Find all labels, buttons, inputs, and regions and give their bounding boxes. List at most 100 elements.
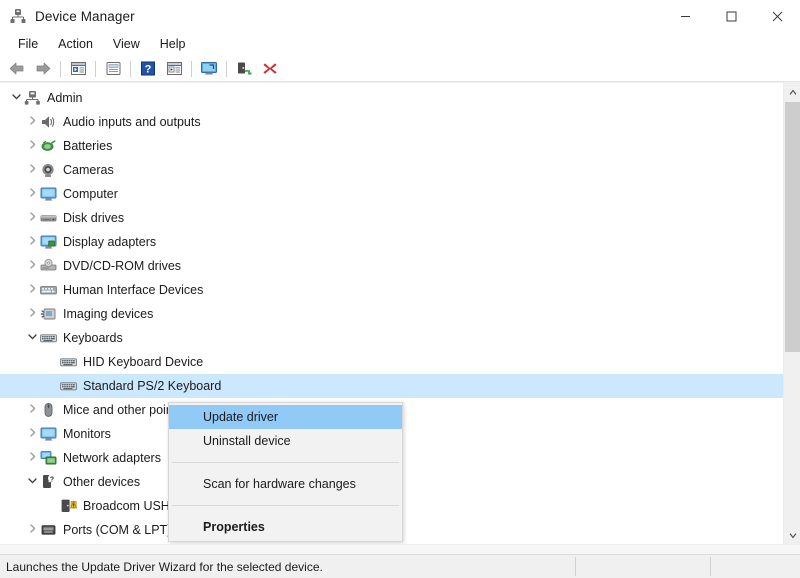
tree-row-imaging-devices[interactable]: Imaging devices [0, 302, 783, 326]
tree-row-print-queues[interactable]: Print queues [0, 542, 783, 544]
tree-row-disk-drives[interactable]: Disk drives [0, 206, 783, 230]
context-menu-item-label: Update driver [203, 410, 279, 424]
chevron-down-icon[interactable] [24, 476, 40, 488]
scroll-up-arrow-icon[interactable] [784, 83, 800, 100]
close-button[interactable] [754, 0, 800, 32]
chevron-right-icon[interactable] [24, 284, 40, 296]
context-menu-separator [172, 462, 399, 463]
forward-arrow-icon[interactable] [30, 57, 56, 81]
battery-icon [40, 138, 57, 154]
optical-drive-icon [40, 258, 57, 274]
menu-action[interactable]: Action [48, 34, 103, 54]
vertical-scrollbar-thumb[interactable] [785, 102, 800, 352]
back-arrow-icon[interactable] [4, 57, 30, 81]
keyboard-icon [60, 354, 77, 370]
monitor-icon [40, 426, 57, 442]
tree-row-dvd-cd-rom-drives[interactable]: DVD/CD-ROM drives [0, 254, 783, 278]
tree-row-label: Batteries [63, 138, 113, 153]
svg-text:?: ? [50, 476, 54, 483]
context-menu-item-uninstall-device[interactable]: Uninstall device [169, 429, 402, 453]
warning-device-icon [60, 498, 77, 514]
device-manager-icon [9, 7, 27, 25]
toolbar-separator-1 [60, 60, 61, 77]
tree-row-label: Human Interface Devices [63, 282, 204, 297]
tree-row-batteries[interactable]: Batteries [0, 134, 783, 158]
menu-help[interactable]: Help [150, 34, 196, 54]
tree-row-standard-ps-2-keyboard[interactable]: Standard PS/2 Keyboard [0, 374, 783, 398]
tree-row-label: Computer [63, 186, 118, 201]
tree-row-label: Ports (COM & LPT) [63, 522, 172, 537]
help-question-icon[interactable]: ? [135, 57, 161, 81]
chevron-down-icon[interactable] [8, 92, 24, 104]
tree-panel: Admin Audio inputs and outputs Batteries Ca… [0, 82, 800, 544]
toolbar: ? [0, 56, 800, 82]
disk-drive-icon [40, 210, 57, 226]
status-message: Launches the Update Driver Wizard for th… [6, 559, 323, 574]
vertical-scrollbar[interactable] [783, 83, 800, 544]
display-adapter-icon [40, 234, 57, 250]
tree-row-computer[interactable]: Computer [0, 182, 783, 206]
network-icon [40, 450, 57, 466]
status-divider-1 [575, 557, 576, 576]
scroll-down-arrow-icon[interactable] [784, 527, 800, 544]
tree-row-label: Display adapters [63, 234, 157, 249]
tree-row-human-interface-devices[interactable]: Human Interface Devices [0, 278, 783, 302]
tree-row-cameras[interactable]: Cameras [0, 158, 783, 182]
tree-row-display-adapters[interactable]: Display adapters [0, 230, 783, 254]
tree-row-label: Admin [47, 90, 83, 105]
chevron-right-icon[interactable] [24, 140, 40, 152]
status-divider-2 [710, 557, 711, 576]
context-menu-item-scan-for-hardware-changes[interactable]: Scan for hardware changes [169, 472, 402, 496]
menu-file[interactable]: File [8, 34, 48, 54]
tree-row-label: Cameras [63, 162, 114, 177]
properties-icon[interactable] [100, 57, 126, 81]
tree-row-hid-keyboard-device[interactable]: HID Keyboard Device [0, 350, 783, 374]
chevron-right-icon[interactable] [24, 428, 40, 440]
chevron-right-icon[interactable] [24, 452, 40, 464]
chevron-right-icon[interactable] [24, 212, 40, 224]
mouse-icon [40, 402, 57, 418]
scan-monitor-icon[interactable] [196, 57, 222, 81]
tree-row-admin[interactable]: Admin [0, 86, 783, 110]
toolbar-separator-3 [130, 60, 131, 77]
context-menu-separator [172, 505, 399, 506]
chevron-right-icon[interactable] [24, 260, 40, 272]
context-menu-gap [169, 453, 402, 459]
other-device-icon: ? [40, 474, 57, 490]
update-driver-icon[interactable] [231, 57, 257, 81]
title-bar: Device Manager [0, 0, 800, 32]
toolbar-separator-4 [191, 60, 192, 77]
chevron-right-icon[interactable] [24, 404, 40, 416]
chevron-right-icon[interactable] [24, 524, 40, 536]
chevron-down-icon[interactable] [24, 332, 40, 344]
port-icon [40, 522, 57, 538]
chevron-right-icon[interactable] [24, 308, 40, 320]
hid-icon [40, 282, 57, 298]
chevron-right-icon[interactable] [24, 236, 40, 248]
menu-view[interactable]: View [103, 34, 150, 54]
tree-row-keyboards[interactable]: Keyboards [0, 326, 783, 350]
context-menu-item-update-driver[interactable]: Update driver [169, 405, 402, 429]
tree-row-label: Monitors [63, 426, 111, 441]
chevron-right-icon[interactable] [24, 188, 40, 200]
tree-row-label: Other devices [63, 474, 141, 489]
minimize-button[interactable] [662, 0, 708, 32]
context-menu-item-label: Properties [203, 520, 265, 534]
red-x-icon[interactable] [257, 57, 283, 81]
status-bar: Launches the Update Driver Wizard for th… [0, 554, 800, 578]
tree-row-label: Standard PS/2 Keyboard [83, 378, 222, 393]
context-menu-gap [169, 496, 402, 502]
chevron-right-icon[interactable] [24, 116, 40, 128]
context-menu[interactable]: Update driver Uninstall device Scan for ha… [168, 402, 403, 542]
tree-row-audio-inputs-and-outputs[interactable]: Audio inputs and outputs [0, 110, 783, 134]
menu-bar: File Action View Help [0, 32, 800, 56]
maximize-button[interactable] [708, 0, 754, 32]
device-manager-window: Device Manager File Action View Help ? A… [0, 0, 800, 578]
window-controls [662, 0, 800, 32]
up-level-icon[interactable] [65, 57, 91, 81]
chevron-right-icon[interactable] [24, 164, 40, 176]
context-menu-item-properties[interactable]: Properties [169, 515, 402, 539]
context-menu-item-label: Scan for hardware changes [203, 477, 356, 491]
show-list-icon[interactable] [161, 57, 187, 81]
horizontal-scrollbar[interactable] [0, 544, 800, 554]
